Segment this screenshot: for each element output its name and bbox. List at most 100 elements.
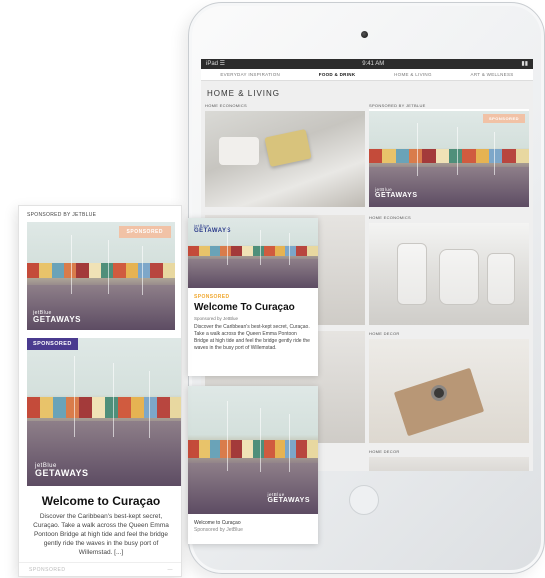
jetblue-getaways-logo: jetBlue GETAWAYS [375, 187, 418, 199]
lamp-post [289, 233, 290, 265]
lamp-post [260, 230, 261, 265]
house-facade [53, 397, 66, 418]
tile-home-economics[interactable]: Home Economics [205, 103, 365, 207]
jar-shape [397, 243, 427, 305]
nav-item-everyday-inspiration[interactable]: Everyday Inspiration [220, 72, 280, 77]
house-facade [369, 149, 383, 163]
decor-photo [369, 457, 529, 471]
house-facade [231, 246, 243, 256]
lamp-post [71, 235, 72, 294]
lamp-post [149, 371, 150, 438]
article-byline: Sponsored by JetBlue [194, 316, 239, 321]
sponsored-pill: SPONSORED [27, 338, 78, 350]
house-facade [113, 263, 126, 279]
jetblue-getaways-logo: jetBlue GETAWAYS [267, 492, 310, 504]
lamp-post [113, 363, 114, 437]
footer-sponsored-label: SPONSORED [29, 566, 66, 573]
house-facade [27, 263, 40, 279]
house-facade [144, 397, 157, 418]
more-icon[interactable]: — [168, 567, 174, 573]
curacao-hero-photo[interactable]: jetBlue GETAWAYS [27, 338, 181, 486]
curacao-photo: jetBlue GETAWAYS [188, 218, 318, 288]
house-facade [170, 397, 181, 418]
house-facade [274, 439, 286, 458]
house-facade [198, 246, 210, 256]
house-facade [220, 246, 232, 256]
jetblue-getaways-logo: jetBlue GETAWAYS [194, 224, 232, 235]
category-nav: Everyday Inspiration Food & Drink Home &… [201, 69, 533, 81]
house-facade [51, 263, 64, 279]
nav-item-food-drink[interactable]: Food & Drink [319, 72, 356, 77]
pillow-shape [219, 137, 259, 165]
tile-label: Home Economics [369, 215, 411, 220]
lamp-post [289, 414, 290, 472]
logo-word: GETAWAYS [194, 228, 232, 234]
house-facade [274, 246, 286, 256]
logo-word: GETAWAYS [267, 497, 310, 504]
house-row [27, 263, 175, 279]
article-body: Discover the Caribbean's best-kept secre… [33, 513, 169, 556]
house-facade [263, 439, 275, 458]
home-button[interactable] [349, 485, 379, 515]
phone-feed: Sponsored by JetBlue Sponsored jetBlue G… [18, 205, 182, 577]
house-facade [435, 149, 449, 163]
house-facade [27, 397, 40, 418]
house-facade [296, 439, 308, 458]
house-facade [307, 246, 318, 256]
article-byline: Sponsored by JetBlue [194, 527, 243, 533]
bedroom-photo [205, 111, 365, 207]
article-card-expanded[interactable]: jetBlue GETAWAYS SPONSORED Welcome To Cu… [188, 218, 318, 376]
house-facade [488, 149, 503, 163]
tile-sponsored-jetblue[interactable]: Sponsored by JetBlue Sponsored jetBlue G… [369, 103, 529, 207]
lamp-post [260, 408, 261, 472]
house-facade [285, 439, 297, 458]
lamp-post [457, 127, 458, 175]
house-facade [92, 397, 105, 418]
house-facade [252, 246, 264, 256]
section-title: Home & Living [207, 89, 281, 98]
house-row [369, 149, 529, 163]
tile-home-economics-jars[interactable]: Home Economics [369, 215, 529, 325]
lamp-post [227, 226, 228, 265]
jars-photo [369, 223, 529, 325]
article-title[interactable]: Welcome To Curaçao [194, 302, 295, 313]
pontoon-bridge [188, 462, 318, 514]
house-facade [209, 439, 221, 458]
pontoon-bridge [188, 258, 318, 288]
house-facade [150, 263, 163, 279]
lamp-post [494, 132, 495, 175]
sponsored-tag: SPONSORED [194, 294, 230, 300]
house-facade [408, 149, 423, 163]
nav-item-art-wellness[interactable]: Art & Wellness [471, 72, 514, 77]
article-title[interactable]: Welcome to Curaçao [19, 494, 181, 508]
tile-home-decor[interactable]: Home Decor [369, 331, 529, 443]
house-facade [39, 263, 52, 279]
tile-label: Sponsored by JetBlue [369, 103, 426, 108]
article-card-compact[interactable]: jetBlue GETAWAYS Welcome to Curaçao Spon… [188, 386, 318, 544]
house-facade [76, 263, 89, 279]
nav-item-home-living[interactable]: Home & Living [394, 72, 432, 77]
curacao-photo: Sponsored jetBlue GETAWAYS [369, 111, 529, 207]
logo-word: GETAWAYS [375, 192, 418, 199]
house-facade [502, 149, 516, 163]
house-row [27, 397, 181, 418]
composite-mockup: iPad ☰ 9:41 AM ▮▮ Everyday Inspiration F… [0, 0, 545, 578]
house-facade [88, 263, 101, 279]
tile-home-decor-2[interactable]: Home Decor [369, 449, 529, 471]
status-time: 9:41 AM [362, 61, 385, 67]
house-facade [209, 246, 221, 256]
curacao-banner-photo[interactable]: Sponsored jetBlue GETAWAYS [27, 222, 175, 330]
house-row [188, 246, 318, 256]
article-body: Discover the Caribbean's best-kept secre… [194, 324, 310, 351]
feed-footer: SPONSORED — [19, 562, 181, 576]
lamp-post [74, 356, 75, 437]
status-left: iPad ☰ [206, 61, 226, 67]
house-facade [263, 246, 275, 256]
house-facade [382, 149, 396, 163]
jar-shape [487, 253, 515, 305]
house-facade [252, 439, 264, 458]
jar-shape [439, 249, 479, 305]
article-title[interactable]: Welcome to Curaçao [194, 520, 241, 527]
house-facade [188, 439, 199, 458]
house-facade [242, 439, 253, 458]
